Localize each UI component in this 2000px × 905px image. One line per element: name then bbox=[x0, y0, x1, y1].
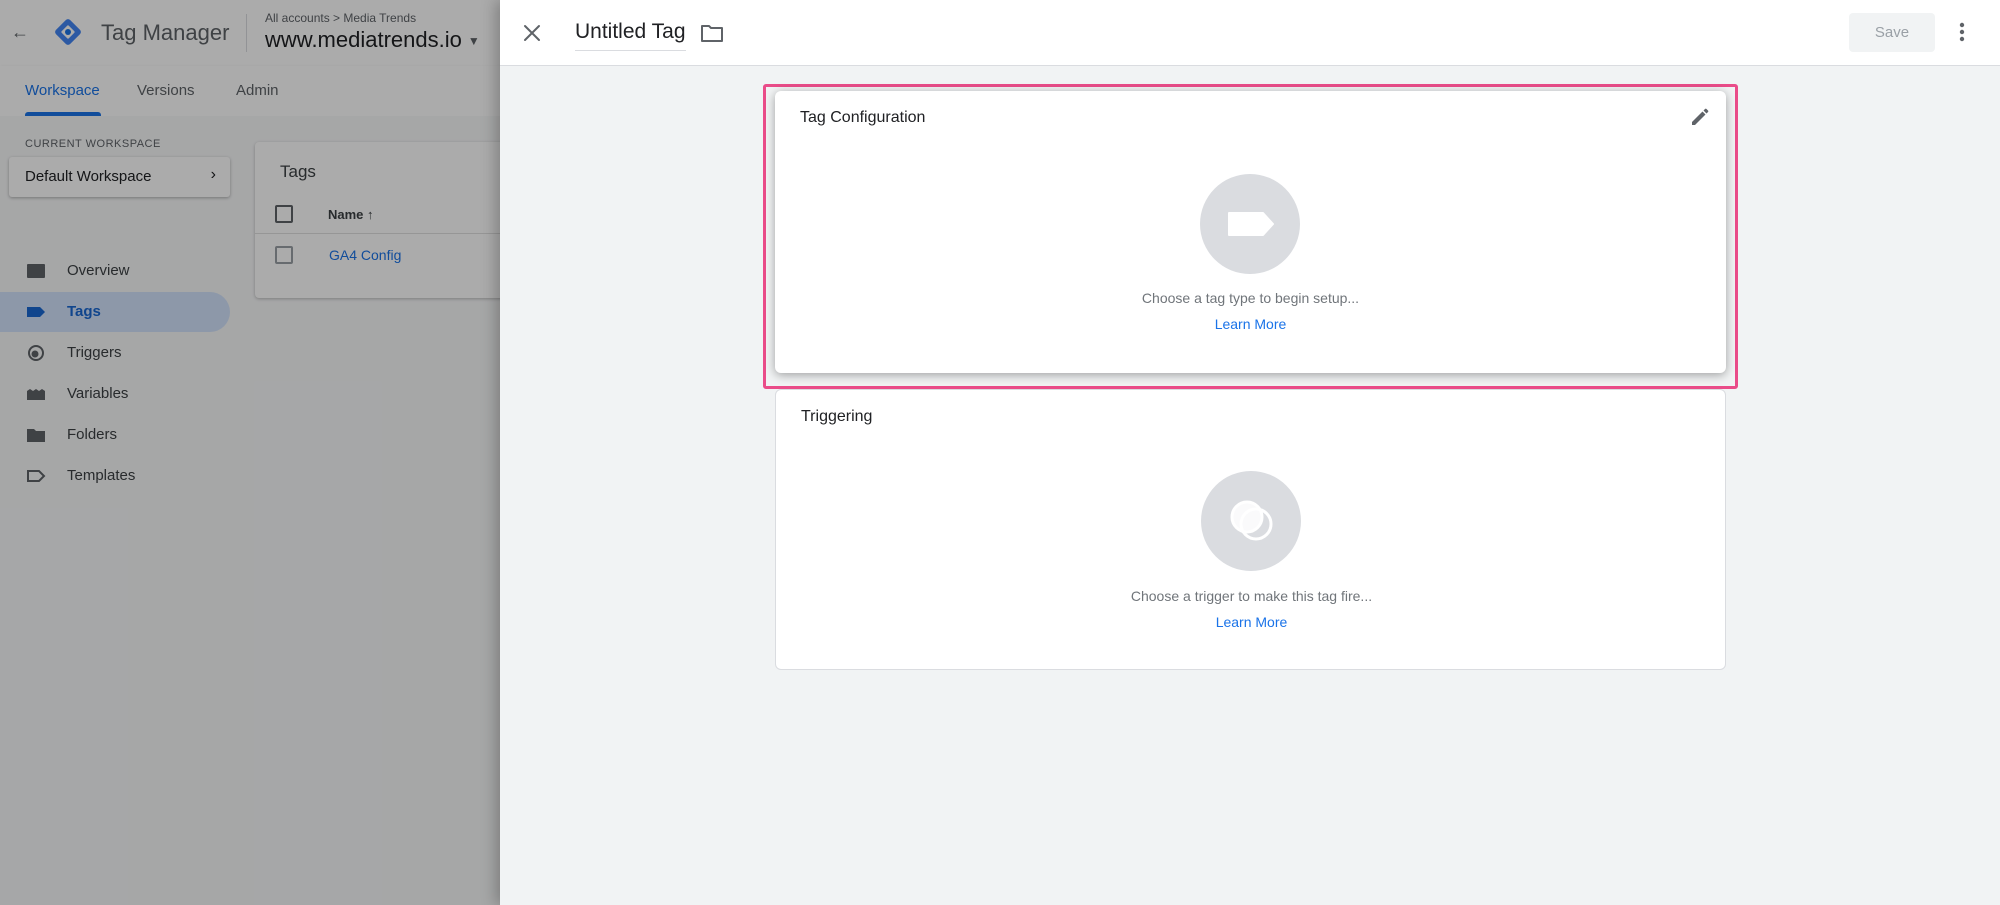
trigger-hint: Choose a trigger to make this tag fire..… bbox=[1130, 588, 1373, 604]
triggering-card[interactable]: Triggering Choose a trigger to make this… bbox=[775, 389, 1726, 670]
editor-header: Untitled Tag Save bbox=[500, 0, 2000, 66]
more-options-button[interactable] bbox=[1950, 17, 1974, 47]
tag-editor-panel: Untitled Tag Save Tag Configuration Choo… bbox=[500, 0, 2000, 905]
learn-more-link[interactable]: Learn More bbox=[775, 316, 1726, 332]
tag-configuration-card[interactable]: Tag Configuration Choose a tag type to b… bbox=[775, 91, 1726, 373]
edit-pencil-icon[interactable] bbox=[1688, 105, 1712, 129]
more-vert-icon bbox=[1959, 22, 1965, 42]
card-title: Triggering bbox=[801, 408, 873, 425]
card-title: Tag Configuration bbox=[800, 109, 926, 126]
close-icon bbox=[524, 25, 540, 41]
tag-shape-icon bbox=[1228, 212, 1274, 236]
tag-type-placeholder[interactable] bbox=[1200, 174, 1300, 274]
save-button[interactable]: Save bbox=[1849, 13, 1935, 52]
learn-more-link[interactable]: Learn More bbox=[776, 614, 1727, 630]
close-button[interactable] bbox=[516, 17, 548, 49]
folder-button[interactable] bbox=[699, 21, 725, 45]
trigger-circles-icon bbox=[1230, 500, 1273, 541]
tag-type-hint: Choose a tag type to begin setup... bbox=[1141, 290, 1360, 306]
folder-outline-icon bbox=[701, 25, 723, 42]
trigger-placeholder[interactable] bbox=[1201, 471, 1301, 571]
modal-scrim[interactable] bbox=[0, 0, 500, 905]
tag-name-field[interactable]: Untitled Tag bbox=[575, 20, 686, 51]
